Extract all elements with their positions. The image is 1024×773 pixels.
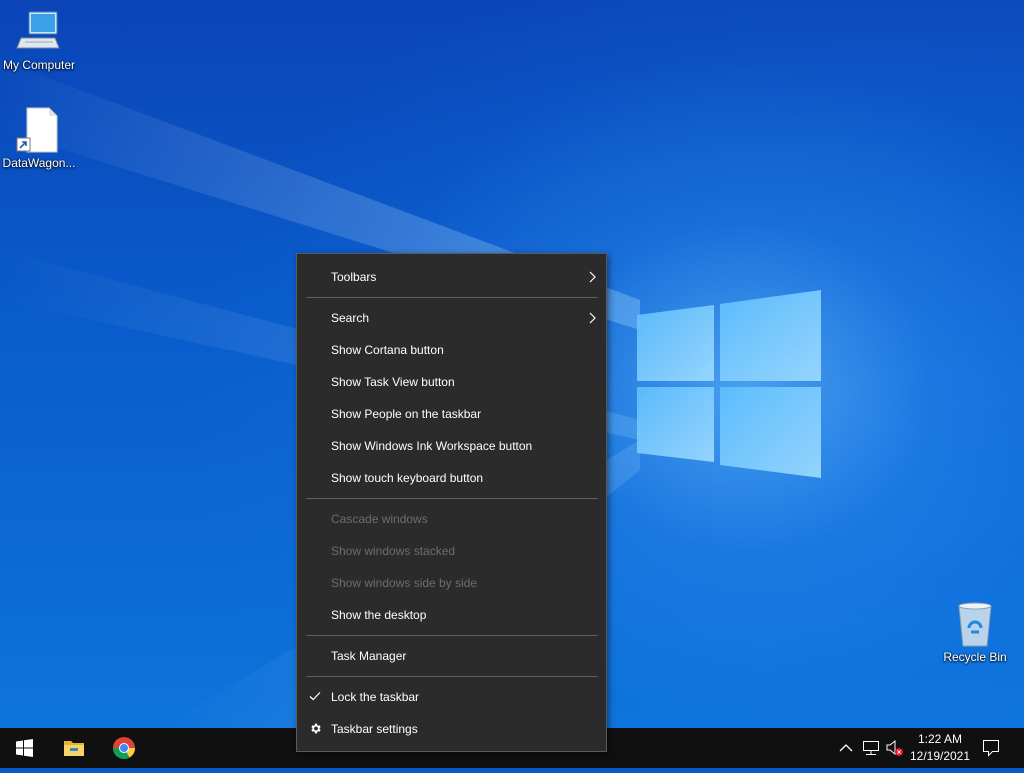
- menu-item-toolbars[interactable]: Toolbars: [297, 265, 606, 289]
- menu-item-search[interactable]: Search: [297, 306, 606, 330]
- desktop-icon-label: My Computer: [2, 58, 76, 72]
- menu-item-cascade-windows: Cascade windows: [297, 507, 606, 531]
- menu-item-task-manager[interactable]: Task Manager: [297, 644, 606, 668]
- start-button[interactable]: [0, 728, 48, 768]
- menu-item-label: Show Cortana button: [331, 343, 444, 357]
- gear-icon: [311, 723, 321, 734]
- notification-icon[interactable]: [982, 739, 1000, 757]
- computer-icon: [16, 11, 60, 49]
- desktop-icon-label: DataWagon...: [2, 156, 76, 170]
- taskbar-chrome[interactable]: [100, 728, 148, 768]
- menu-separator: [306, 498, 598, 499]
- chevron-right-icon: [589, 312, 596, 324]
- menu-item-label: Show the desktop: [331, 608, 427, 622]
- menu-item-label: Cascade windows: [331, 512, 428, 526]
- start-icon: [16, 739, 33, 757]
- menu-item-label: Lock the taskbar: [331, 690, 420, 704]
- menu-item-label: Show Task View button: [331, 375, 455, 389]
- menu-item-label: Show windows side by side: [331, 576, 478, 590]
- chevron-up-icon[interactable]: [839, 742, 853, 754]
- menu-item-show-windows-stacked: Show windows stacked: [297, 539, 606, 563]
- desktop-icon-my-computer[interactable]: My Computer: [0, 8, 78, 72]
- file-explorer-icon: [64, 741, 84, 756]
- menu-item-show-task-view-button[interactable]: Show Task View button: [297, 370, 606, 394]
- menu-item-label: Taskbar settings: [331, 722, 418, 736]
- menu-item-label: Search: [331, 311, 370, 325]
- chrome-icon: [113, 737, 135, 759]
- file-shortcut-icon: [16, 107, 58, 153]
- menu-item-label: Task Manager: [331, 649, 407, 663]
- menu-item-show-touch-keyboard[interactable]: Show touch keyboard button: [297, 466, 606, 490]
- network-icon[interactable]: [862, 740, 880, 756]
- menu-item-lock-the-taskbar[interactable]: Lock the taskbar: [297, 685, 606, 709]
- clock-date[interactable]: 12/19/2021: [906, 749, 974, 763]
- chevron-right-icon: [589, 271, 596, 283]
- taskbar-file-explorer[interactable]: [50, 728, 98, 768]
- menu-item-label: Show People on the taskbar: [331, 407, 482, 421]
- desktop-icon-recycle-bin[interactable]: Recycle Bin: [936, 600, 1014, 664]
- menu-item-label: Show touch keyboard button: [331, 471, 484, 485]
- checkmark-icon: [309, 692, 321, 701]
- recycle-bin-icon: [958, 602, 992, 647]
- clock-time[interactable]: 1:22 AM: [906, 732, 974, 746]
- menu-separator: [306, 297, 598, 298]
- menu-item-label: Toolbars: [331, 270, 377, 284]
- windows-logo-wallpaper: [637, 290, 821, 478]
- menu-item-taskbar-settings[interactable]: Taskbar settings: [297, 717, 606, 741]
- menu-item-show-cortana-button[interactable]: Show Cortana button: [297, 338, 606, 362]
- volume-muted-icon[interactable]: [885, 739, 905, 757]
- menu-item-show-windows-side-by-side: Show windows side by side: [297, 571, 606, 595]
- desktop-icon-label: Recycle Bin: [943, 650, 1007, 664]
- menu-item-label: Show windows stacked: [331, 544, 456, 558]
- desktop-icon-datawagon[interactable]: DataWagon...: [0, 106, 78, 170]
- menu-item-label: Show Windows Ink Workspace button: [331, 439, 533, 453]
- menu-separator: [306, 635, 598, 636]
- taskbar-context-menu: Toolbars Search Show Cortana button Show…: [296, 253, 607, 752]
- menu-item-show-people[interactable]: Show People on the taskbar: [297, 402, 606, 426]
- menu-item-show-the-desktop[interactable]: Show the desktop: [297, 603, 606, 627]
- menu-separator: [306, 676, 598, 677]
- menu-item-show-ink-workspace[interactable]: Show Windows Ink Workspace button: [297, 434, 606, 458]
